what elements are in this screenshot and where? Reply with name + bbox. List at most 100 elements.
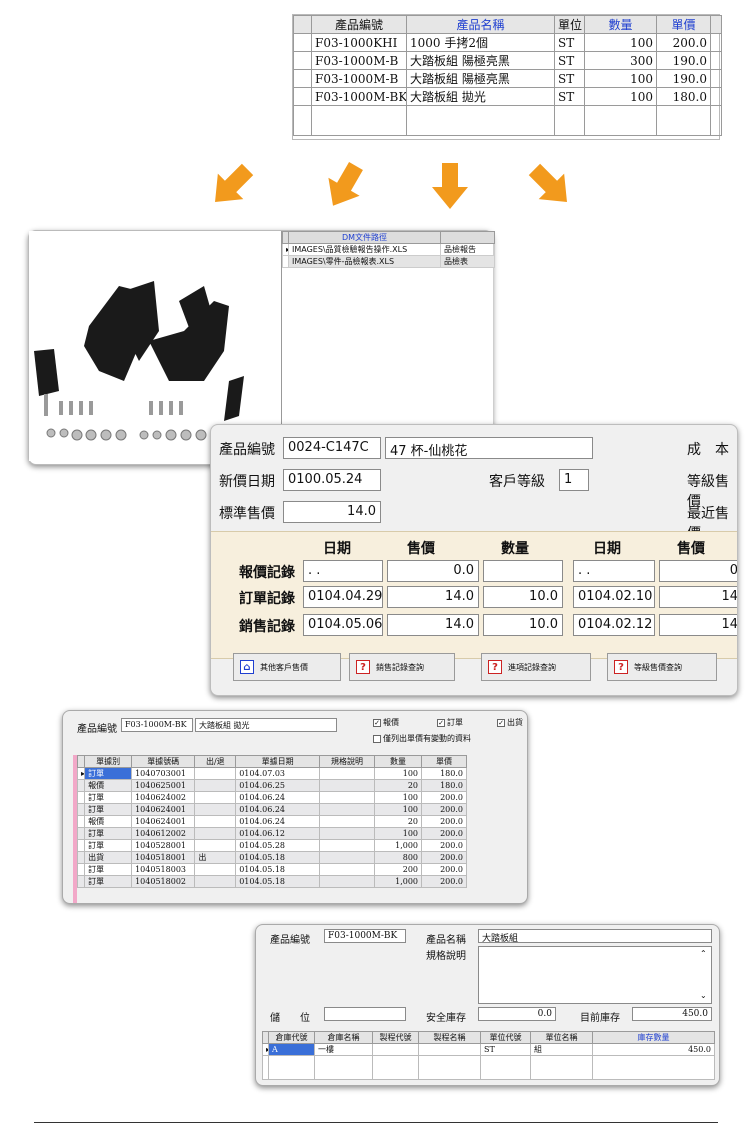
cell-doc-no[interactable]: 1040518002	[131, 875, 196, 888]
cell-spec[interactable]	[318, 839, 376, 852]
table-row[interactable]: 報價 1040625001 0104.06.25 20 180.0	[76, 779, 467, 792]
product-no-field[interactable]: F03-1000M-BK	[121, 718, 193, 732]
sales-date2-field[interactable]: 0104.02.12	[573, 614, 655, 636]
order-date-field[interactable]: 0104.04.29	[303, 586, 383, 608]
cell-out-return[interactable]	[194, 863, 237, 876]
order-price-field[interactable]: 14.0	[387, 586, 479, 608]
cell-unit[interactable]: ST	[554, 87, 585, 106]
table-row[interactable]: F03-1000M-B 大踏板組 陽極亮黑 ST 100 190.0	[293, 69, 722, 88]
cell-out-return[interactable]	[194, 791, 237, 804]
cell-doc-type[interactable]: 報價	[84, 815, 133, 828]
cell-out-return[interactable]	[194, 767, 237, 780]
customer-level-field[interactable]: 1	[559, 469, 589, 491]
col-product-no[interactable]: 產品編號	[311, 15, 407, 34]
table-row[interactable]: 訂單 1040612002 0104.06.12 100 200.0	[76, 827, 467, 840]
order-date2-field[interactable]: 0104.02.10	[573, 586, 655, 608]
table-row[interactable]: 訂單 1040518002 0104.05.18 1,000 200.0	[76, 875, 467, 888]
cell-spec[interactable]	[318, 851, 376, 864]
cell-price[interactable]: 200.0	[421, 803, 467, 816]
cell-product-no[interactable]: F03-1000M-BK	[311, 87, 407, 106]
table-row[interactable]: 訂單 1040624002 0104.06.24 100 200.0	[76, 791, 467, 804]
product-name-field[interactable]: 大踏板組 拋光	[195, 718, 337, 732]
product-name-field[interactable]: 大踏板組	[478, 929, 712, 943]
cell-out-return[interactable]	[194, 827, 237, 840]
table-row[interactable]: 訂單 1040528001 0104.05.28 1,000 200.0	[76, 839, 467, 852]
cell-qty[interactable]: 300	[584, 51, 657, 70]
sales-price-field[interactable]: 14.0	[387, 614, 479, 636]
col-qty[interactable]: 數量	[584, 15, 657, 34]
cell-doc-type[interactable]: 訂單	[84, 863, 133, 876]
safety-stock-field[interactable]: 0.0	[478, 1007, 556, 1021]
col-warehouse-code[interactable]: 倉庫代號	[268, 1031, 315, 1044]
table-row[interactable]: 出貨 1040518001 出 0104.05.18 800 200.0	[76, 851, 467, 864]
col-stock-qty[interactable]: 庫存數量	[592, 1031, 715, 1044]
cell-qty[interactable]: 1,000	[374, 839, 423, 852]
cell-doc-date[interactable]: 0104.05.18	[235, 851, 320, 864]
spec-textarea[interactable]	[478, 946, 712, 1004]
col-doc-no[interactable]: 單據號碼	[131, 755, 196, 768]
col-unit-name[interactable]: 單位名稱	[530, 1031, 593, 1044]
cell-doc-type[interactable]: 報價	[84, 779, 133, 792]
cell-out-return[interactable]	[194, 803, 237, 816]
cell-spec[interactable]	[318, 803, 376, 816]
cell-dm-desc[interactable]: 品檢報告	[440, 243, 495, 256]
cell-doc-no[interactable]: 1040624001	[131, 803, 196, 816]
quote-checkbox[interactable]: ✓ 報價	[373, 717, 399, 728]
col-price[interactable]: 單價	[421, 755, 467, 768]
cell-price[interactable]: 180.0	[421, 779, 467, 792]
order-price2-field[interactable]: 14	[659, 586, 737, 608]
cell-out-return[interactable]	[194, 839, 237, 852]
cell-qty[interactable]: 100	[374, 827, 423, 840]
cell-doc-date[interactable]: 0104.06.24	[235, 815, 320, 828]
table-row[interactable]: F03-1000KHI 1000 手拷2個 ST 100 200.0	[293, 33, 722, 52]
table-row[interactable]: ▸ A 一樓 ST 組 450.0	[262, 1043, 715, 1056]
level-price-query-button[interactable]: ? 等級售價查詢	[607, 653, 717, 681]
sales-date-field[interactable]: 0104.05.06	[303, 614, 383, 636]
cell-spec[interactable]	[318, 827, 376, 840]
col-out-return[interactable]: 出/退	[194, 755, 237, 768]
product-no-field[interactable]: F03-1000M-BK	[324, 929, 406, 943]
table-row[interactable]: 訂單 1040624001 0104.06.24 100 200.0	[76, 803, 467, 816]
cell-spec[interactable]	[318, 767, 376, 780]
cell-spec[interactable]	[318, 875, 376, 888]
std-price-field[interactable]: 14.0	[283, 501, 381, 523]
location-field[interactable]	[324, 1007, 406, 1021]
cell-doc-date[interactable]: 0104.05.28	[235, 839, 320, 852]
cell-doc-type[interactable]: 訂單	[84, 803, 133, 816]
cell-qty[interactable]: 800	[374, 851, 423, 864]
table-row[interactable]: F03-1000M-B 大踏板組 陽極亮黑 ST 300 190.0	[293, 51, 722, 70]
cell-warehouse-name[interactable]: 一樓	[314, 1043, 373, 1056]
cell-product-no[interactable]: F03-1000M-B	[311, 69, 407, 88]
cell-doc-type[interactable]: 訂單	[84, 875, 133, 888]
sales-price2-field[interactable]: 14	[659, 614, 737, 636]
table-row[interactable]: F03-1000M-BK 大踏板組 拋光 ST 100 180.0	[293, 87, 722, 106]
quote-qty-field[interactable]	[483, 560, 563, 582]
cell-doc-no[interactable]: 1040624002	[131, 791, 196, 804]
col-unit[interactable]: 單位	[554, 15, 585, 34]
cell-out-return[interactable]: 出	[194, 851, 237, 864]
table-row[interactable]: 訂單 1040518003 0104.05.18 200 200.0	[76, 863, 467, 876]
cell-price[interactable]: 200.0	[421, 863, 467, 876]
cell-price[interactable]: 190.0	[656, 51, 711, 70]
cell-dm-path[interactable]: IMAGES\零件-品檢報表.XLS	[288, 255, 441, 268]
quote-price2-field[interactable]: 0	[659, 560, 737, 582]
product-name-field[interactable]: 47 杯-仙桃花	[385, 437, 593, 459]
cell-doc-type[interactable]: 出貨	[84, 851, 133, 864]
order-checkbox[interactable]: ✓ 訂單	[437, 717, 463, 728]
new-price-date-field[interactable]: 0100.05.24	[283, 469, 381, 491]
cell-warehouse-code[interactable]: A	[268, 1043, 315, 1056]
cell-unit[interactable]: ST	[554, 51, 585, 70]
cell-stock-qty[interactable]: 450.0	[592, 1043, 715, 1056]
col-process-name[interactable]: 製程名稱	[418, 1031, 481, 1044]
cell-doc-type[interactable]: 訂單	[84, 767, 133, 780]
cell-product-name[interactable]: 大踏板組 陽極亮黑	[406, 69, 555, 88]
cell-qty[interactable]: 20	[374, 779, 423, 792]
cell-doc-date[interactable]: 0104.06.24	[235, 803, 320, 816]
cell-doc-date[interactable]: 0104.07.03	[235, 767, 320, 780]
scroll-down-icon[interactable]: ⌄	[700, 991, 707, 1000]
cell-qty[interactable]: 20	[374, 815, 423, 828]
cell-price[interactable]: 200.0	[421, 791, 467, 804]
cell-product-no[interactable]: F03-1000M-B	[311, 51, 407, 70]
cell-price[interactable]: 200.0	[421, 827, 467, 840]
cell-doc-no[interactable]: 1040624001	[131, 815, 196, 828]
